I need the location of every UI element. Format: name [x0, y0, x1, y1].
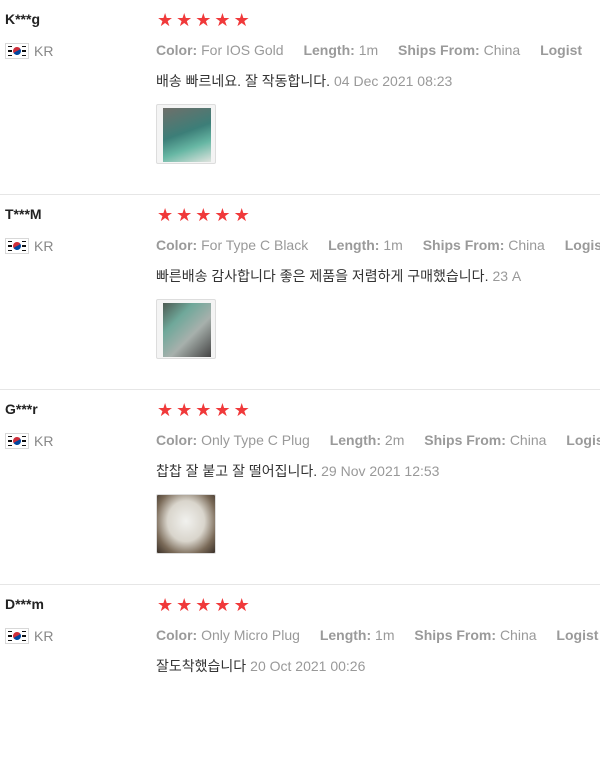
car-interior-photo [157, 495, 215, 553]
star-icon: ★ [233, 10, 250, 30]
star-icon: ★ [214, 595, 231, 615]
length-value: 1m [358, 42, 379, 58]
phone-photo [163, 108, 211, 162]
star-icon: ★ [195, 205, 212, 225]
review-photo-thumbnail[interactable] [156, 299, 216, 359]
length-label: Length: [303, 42, 355, 58]
reviewer-country: KR [5, 42, 53, 60]
star-rating: ★ ★ ★ ★ ★ [157, 205, 250, 225]
review-date: 29 Nov 2021 12:53 [321, 463, 440, 479]
review-photo-thumbnail[interactable] [156, 494, 216, 554]
country-code: KR [34, 628, 54, 644]
star-icon: ★ [233, 595, 250, 615]
review-item: G***r KR ★ ★ ★ ★ ★ Color: Only Type C Plug L… [0, 390, 600, 585]
review-item: T***M KR ★ ★ ★ ★ ★ Color: For Type C Black L… [0, 195, 600, 390]
review-text: 잘도착했습니다 20 Oct 2021 00:26 [156, 656, 365, 676]
star-icon: ★ [157, 205, 174, 225]
ships-from-label: Ships From: [424, 432, 506, 448]
review-text: 배송 빠르네요. 잘 작동합니다. 04 Dec 2021 08:23 [156, 71, 452, 91]
color-value: For IOS Gold [201, 42, 284, 58]
korea-flag-icon [5, 238, 29, 254]
ships-from-value: China [508, 237, 545, 253]
korea-flag-icon [5, 43, 29, 59]
color-label: Color: [156, 627, 198, 643]
star-icon: ★ [233, 400, 250, 420]
star-rating: ★ ★ ★ ★ ★ [157, 400, 250, 420]
review-date: 23 A [492, 268, 522, 284]
length-value: 2m [384, 432, 405, 448]
color-label: Color: [156, 237, 198, 253]
color-value: Only Type C Plug [201, 432, 310, 448]
reviewer-country: KR [5, 627, 53, 645]
color-value: Only Micro Plug [201, 627, 300, 643]
star-icon: ★ [176, 595, 193, 615]
length-value: 1m [375, 627, 395, 643]
country-code: KR [34, 433, 54, 449]
length-value: 1m [383, 237, 403, 253]
color-label: Color: [156, 42, 198, 58]
reviewer-name: G***r [5, 401, 38, 417]
star-icon: ★ [157, 10, 174, 30]
review-text: 찹찹 잘 붙고 잘 떨어집니다. 29 Nov 2021 12:53 [156, 461, 439, 481]
review-sku-info: Color: Only Micro Plug Length: 1m Ships … [156, 627, 598, 643]
country-code: KR [34, 238, 54, 254]
logistics-label: Logist [540, 42, 583, 58]
star-icon: ★ [176, 10, 193, 30]
color-value: For Type C Black [201, 237, 309, 253]
cable-photo [163, 303, 211, 357]
ships-from-label: Ships From: [398, 42, 480, 58]
logistics-label: Logist [556, 627, 599, 643]
star-icon: ★ [214, 400, 231, 420]
reviewer-name: K***g [5, 11, 41, 27]
star-icon: ★ [176, 205, 193, 225]
review-content: 빠른배송 감사합니다 좋은 제품을 저렴하게 구매했습니다. [156, 268, 489, 284]
review-date: 20 Oct 2021 00:26 [250, 658, 366, 674]
star-icon: ★ [195, 10, 212, 30]
review-text: 빠른배송 감사합니다 좋은 제품을 저렴하게 구매했습니다. 23 A [156, 266, 521, 286]
star-icon: ★ [195, 595, 212, 615]
korea-flag-icon [5, 628, 29, 644]
review-photo-thumbnail[interactable] [156, 104, 216, 164]
review-content: 잘도착했습니다 [156, 658, 247, 674]
logistics-label: Logist [566, 432, 600, 448]
ships-from-value: China [509, 432, 547, 448]
review-item: D***m KR ★ ★ ★ ★ ★ Color: Only Micro Plug Le… [0, 585, 600, 780]
review-sku-info: Color: For Type C Black Length: 1m Ships… [156, 237, 600, 253]
country-code: KR [34, 43, 54, 59]
review-sku-info: Color: For IOS Gold Length: 1m Ships Fro… [156, 42, 582, 58]
star-icon: ★ [176, 400, 193, 420]
review-date: 04 Dec 2021 08:23 [334, 73, 453, 89]
length-label: Length: [328, 237, 380, 253]
korea-flag-icon [5, 433, 29, 449]
star-icon: ★ [214, 205, 231, 225]
color-label: Color: [156, 432, 198, 448]
star-rating: ★ ★ ★ ★ ★ [157, 10, 250, 30]
ships-from-label: Ships From: [422, 237, 505, 253]
length-label: Length: [329, 432, 382, 448]
star-icon: ★ [195, 400, 212, 420]
review-item: K***g KR ★ ★ ★ ★ ★ Color: For IOS Gold Lengt… [0, 0, 600, 195]
star-icon: ★ [157, 400, 174, 420]
reviewer-country: KR [5, 432, 53, 450]
ships-from-value: China [483, 42, 521, 58]
reviewer-name: D***m [5, 596, 44, 612]
star-icon: ★ [157, 595, 174, 615]
review-sku-info: Color: Only Type C Plug Length: 2m Ships… [156, 432, 600, 448]
logistics-label: Logist [564, 237, 600, 253]
star-rating: ★ ★ ★ ★ ★ [157, 595, 250, 615]
review-content: 찹찹 잘 붙고 잘 떨어집니다. [156, 463, 318, 479]
review-content: 배송 빠르네요. 잘 작동합니다. [156, 73, 331, 89]
ships-from-value: China [499, 627, 537, 643]
length-label: Length: [319, 627, 372, 643]
reviewer-name: T***M [5, 206, 42, 222]
ships-from-label: Ships From: [414, 627, 497, 643]
star-icon: ★ [233, 205, 250, 225]
star-icon: ★ [214, 10, 231, 30]
reviewer-country: KR [5, 237, 53, 255]
